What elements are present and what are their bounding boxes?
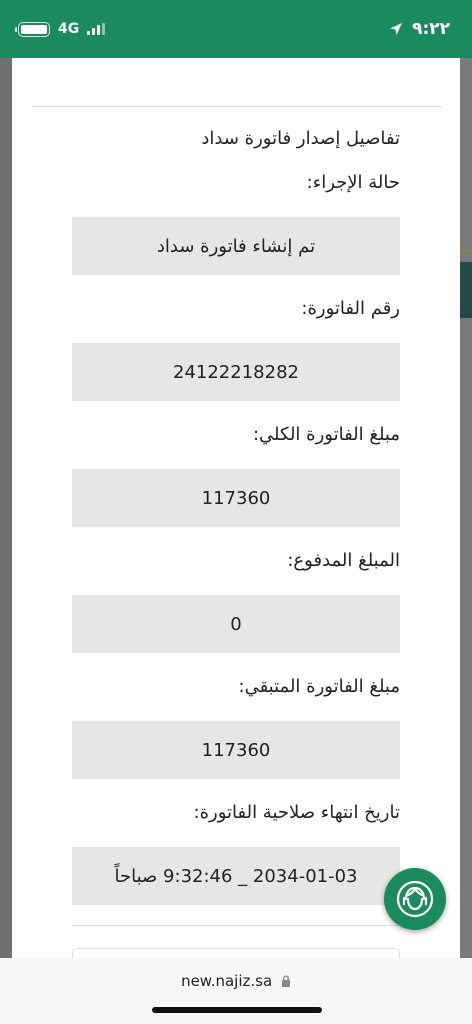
procedure-status-label: حالة الإجراء: — [306, 172, 400, 193]
status-right: ٩:٢٢ — [388, 19, 450, 39]
background-accent-line — [460, 250, 472, 252]
invoice-number-value: 24122218282 — [72, 343, 400, 401]
signal-icon — [87, 23, 106, 35]
invoice-number-label: رقم الفاتورة: — [301, 298, 400, 319]
location-arrow-icon — [390, 23, 403, 35]
home-indicator[interactable] — [152, 1007, 322, 1013]
expiry-date-value: 2034-01-03 _ 9:32:46 صباحاً — [72, 847, 400, 905]
network-type: 4G — [58, 21, 80, 37]
support-chat-button[interactable] — [384, 868, 446, 930]
status-time: ٩:٢٢ — [412, 19, 450, 39]
remaining-amount-label: مبلغ الفاتورة المتبقي: — [238, 676, 401, 697]
browser-bottom-bar: new.najiz.sa — [0, 958, 472, 1024]
remaining-amount-value: 117360 — [72, 721, 400, 779]
expiry-date-label: تاريخ انتهاء صلاحية الفاتورة: — [193, 802, 400, 823]
paid-amount-value: 0 — [72, 595, 400, 653]
support-agent-icon — [396, 880, 434, 918]
lock-icon — [281, 975, 290, 987]
section-title: تفاصيل إصدار فاتورة سداد — [201, 128, 400, 149]
background-strip — [460, 58, 472, 958]
total-amount-label: مبلغ الفاتورة الكلي: — [252, 424, 400, 445]
battery-icon — [15, 21, 50, 37]
status-left: 4G — [15, 21, 106, 37]
status-bar: 4G ٩:٢٢ — [0, 0, 472, 58]
background-accent-bar — [460, 262, 472, 318]
procedure-status-value: تم إنشاء فاتورة سداد — [72, 217, 400, 275]
top-divider — [32, 106, 442, 107]
url-text: new.najiz.sa — [181, 972, 273, 990]
paid-amount-label: المبلغ المدفوع: — [287, 550, 400, 571]
invoice-details-modal: تفاصيل إصدار فاتورة سداد حالة الإجراء: ت… — [12, 58, 460, 968]
bottom-divider — [72, 925, 400, 926]
total-amount-value: 117360 — [72, 469, 400, 527]
address-bar[interactable]: new.najiz.sa — [0, 972, 472, 990]
